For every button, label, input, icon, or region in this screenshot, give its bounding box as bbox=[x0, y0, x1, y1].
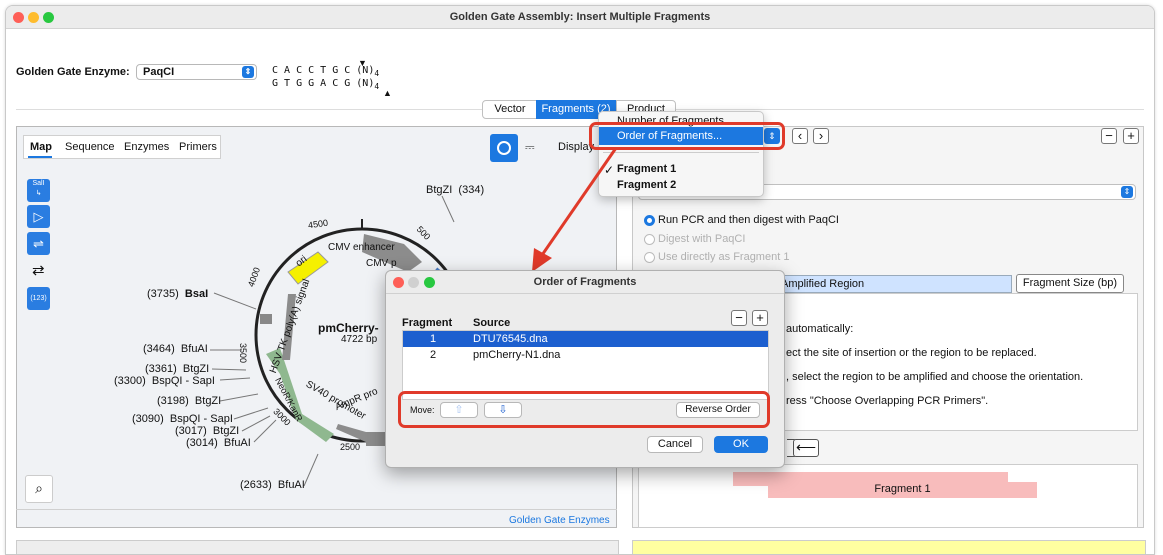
feature-tool-icon[interactable]: ▷ bbox=[27, 205, 50, 228]
radio-run-pcr[interactable] bbox=[644, 215, 655, 226]
fragment-bar-label: Fragment 1 bbox=[768, 482, 1037, 498]
tab-enzymes[interactable]: Enzymes bbox=[124, 141, 169, 153]
site-bsai: (3735) BsaI bbox=[147, 288, 209, 300]
instruction-line-2: ect the site of insertion or the region … bbox=[786, 347, 1037, 359]
dialog-add-button[interactable]: + bbox=[752, 310, 768, 326]
tab-vector[interactable]: Vector bbox=[482, 100, 538, 119]
row-number: 1 bbox=[430, 333, 437, 345]
instruction-line-3: , select the region to be amplified and … bbox=[786, 371, 1084, 383]
table-row[interactable]: 1 DTU76545.dna bbox=[403, 331, 768, 347]
dialog-minimize-icon bbox=[408, 277, 419, 288]
site-bfuai-2633: (2633) BfuAI bbox=[240, 479, 305, 491]
table-row[interactable]: 2 pmCherry-N1.dna bbox=[403, 347, 768, 363]
next-fragment-button[interactable]: › bbox=[813, 128, 829, 144]
radio-run-pcr-label: Run PCR and then digest with PaqCI bbox=[658, 214, 839, 226]
select-arrows-icon: ⇕ bbox=[1121, 186, 1133, 198]
site-btgzi-3361: (3361) BtgZI bbox=[145, 363, 210, 375]
row-source: DTU76545.dna bbox=[473, 333, 548, 345]
add-fragment-button[interactable]: + bbox=[1123, 128, 1139, 144]
radio-use-directly[interactable] bbox=[644, 252, 655, 263]
plasmid-name: pmCherry- bbox=[318, 321, 379, 335]
row-number: 2 bbox=[430, 349, 437, 361]
site-bspqi-3090: (3090) BspQI - SapI bbox=[132, 413, 233, 425]
zoom-window-icon[interactable] bbox=[43, 12, 54, 23]
close-window-icon[interactable] bbox=[13, 12, 24, 23]
select-arrows-icon: ⇕ bbox=[242, 66, 254, 78]
plasmid-size: 4722 bp bbox=[341, 334, 378, 345]
reverse-arrow-button[interactable]: ⟵ bbox=[793, 439, 819, 457]
enzyme-label: Golden Gate Enzyme: bbox=[16, 66, 130, 78]
enzyme-site-bottom: G T G G A C G (N)4 bbox=[272, 78, 380, 91]
cancel-button[interactable]: Cancel bbox=[647, 436, 703, 453]
sali-tool-button[interactable]: SalI ↳ bbox=[27, 179, 50, 202]
site-bfuai-3464: (3464) BfuAI bbox=[143, 343, 208, 355]
dialog-close-icon[interactable] bbox=[393, 277, 404, 288]
golden-gate-enzymes-link[interactable]: Golden Gate Enzymes bbox=[509, 515, 610, 526]
instruction-line-1: automatically: bbox=[786, 323, 854, 335]
order-dialog: Order of Fragments Fragment Source − + 1… bbox=[385, 270, 785, 468]
window-title: Golden Gate Assembly: Insert Multiple Fr… bbox=[6, 6, 1154, 29]
tab-amplified-region[interactable]: Amplified Region bbox=[776, 275, 1012, 293]
tick-3500: 3500 bbox=[238, 342, 249, 364]
column-header-source: Source bbox=[473, 317, 511, 329]
prev-fragment-button[interactable]: ‹ bbox=[792, 128, 808, 144]
swap-arrows-icon[interactable]: ⇄ bbox=[32, 261, 45, 279]
map-footer-divider bbox=[16, 509, 617, 510]
tab-map[interactable]: Map bbox=[30, 141, 52, 153]
dialog-zoom-icon[interactable] bbox=[424, 277, 435, 288]
tab-sequence[interactable]: Sequence bbox=[65, 141, 115, 153]
highlight-move-controls bbox=[398, 391, 770, 428]
cmv-enhancer-label: CMV enhancer bbox=[328, 242, 395, 253]
numbers-tool-button[interactable]: (123) bbox=[27, 287, 50, 310]
cmv-promoter-label: CMV p bbox=[366, 258, 397, 269]
tab-primers[interactable]: Primers bbox=[179, 141, 217, 153]
cut-top-icon: ▼ bbox=[358, 58, 367, 68]
radio-digest-label: Digest with PaqCI bbox=[658, 233, 746, 245]
site-btgzi-3198: (3198) BtgZI bbox=[157, 395, 222, 407]
tab-fragment-size[interactable]: Fragment Size (bp) bbox=[1016, 274, 1124, 293]
cut-bottom-icon: ▲ bbox=[383, 88, 392, 98]
circular-view-button[interactable] bbox=[490, 134, 518, 162]
bsai-marker bbox=[260, 314, 272, 324]
dialog-title: Order of Fragments bbox=[386, 271, 784, 294]
column-header-fragment: Fragment bbox=[402, 317, 453, 329]
remove-fragment-button[interactable]: − bbox=[1101, 128, 1117, 144]
annotation-arrow bbox=[532, 147, 618, 272]
zoom-search-icon[interactable]: ⌕ bbox=[25, 475, 53, 503]
site-bspqi-3300: (3300) BspQI - SapI bbox=[114, 375, 215, 387]
tab-map-underline bbox=[28, 156, 52, 158]
dialog-remove-button[interactable]: − bbox=[731, 310, 747, 326]
row-source: pmCherry-N1.dna bbox=[473, 349, 561, 361]
radio-digest[interactable] bbox=[644, 234, 655, 245]
circle-icon bbox=[497, 141, 511, 155]
instruction-line-4: ress "Choose Overlapping PCR Primers". bbox=[786, 395, 989, 407]
enzyme-select[interactable]: PaqCI ⇕ bbox=[136, 64, 257, 80]
tick-2500: 2500 bbox=[340, 442, 361, 452]
site-btgzi-3017: (3017) BtgZI bbox=[175, 425, 240, 437]
enzyme-select-value: PaqCI bbox=[143, 66, 175, 78]
radio-use-directly-label: Use directly as Fragment 1 bbox=[658, 251, 790, 263]
minimize-window-icon[interactable] bbox=[28, 12, 39, 23]
align-tool-icon[interactable]: ⇌ bbox=[27, 232, 50, 255]
site-bfuai-3014: (3014) BfuAI bbox=[186, 437, 251, 449]
ok-button[interactable]: OK bbox=[714, 436, 768, 453]
site-btgzi-334: BtgZI (334) bbox=[426, 184, 485, 196]
